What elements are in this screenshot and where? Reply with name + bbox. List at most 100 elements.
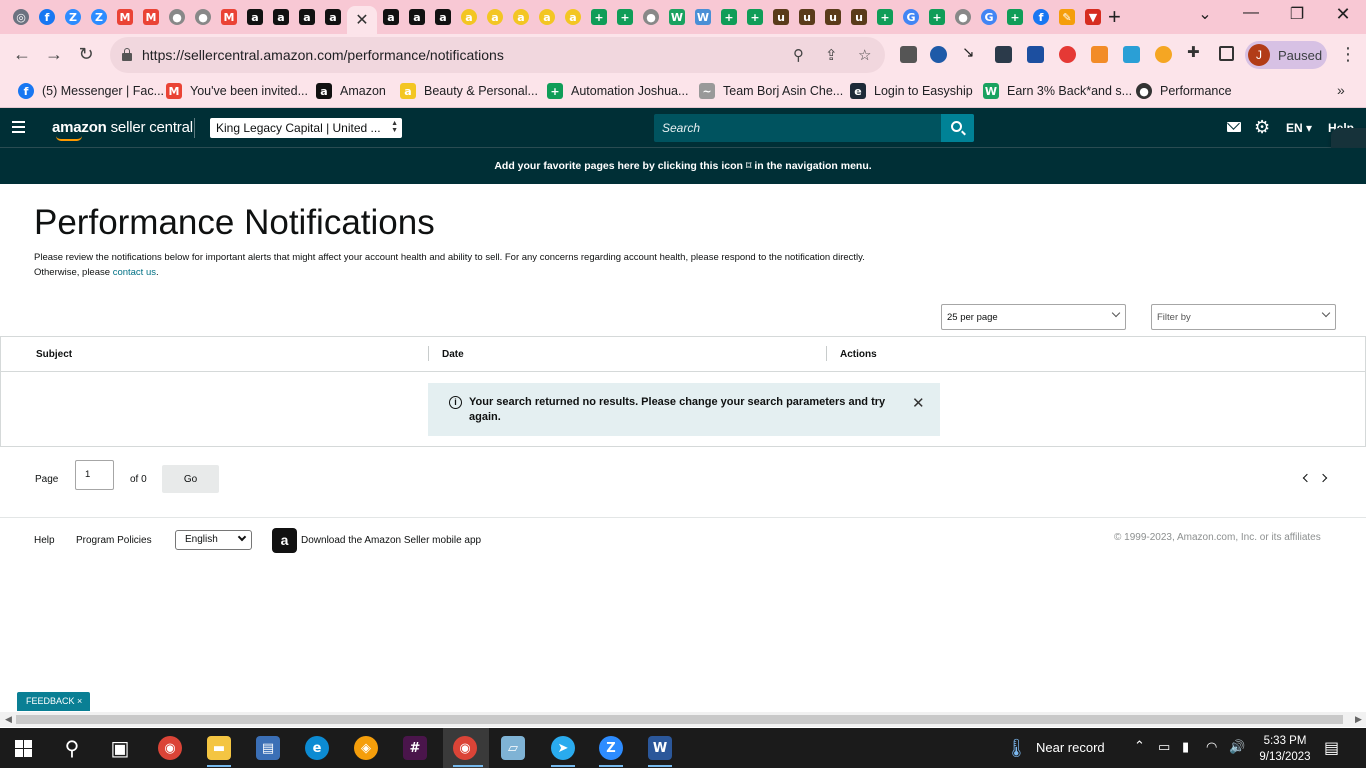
close-tab-icon[interactable]: ✕: [355, 10, 368, 30]
bookmark-item[interactable]: W Earn 3% Back*and s...: [983, 83, 1132, 99]
forward-button[interactable]: →: [42, 44, 66, 65]
wifi-icon[interactable]: ◠: [1206, 739, 1217, 755]
browser-tab[interactable]: W: [664, 5, 690, 29]
pokeball-icon[interactable]: [1059, 46, 1076, 63]
seller-central-logo[interactable]: amazon seller central: [52, 119, 193, 136]
browser-tab[interactable]: a: [456, 5, 482, 29]
reload-button[interactable]: ↻: [74, 44, 98, 65]
zoom-icon[interactable]: Z: [599, 736, 623, 760]
filter-select[interactable]: Filter by: [1151, 304, 1336, 330]
go-button[interactable]: Go: [162, 465, 219, 493]
program-policies-link[interactable]: Program Policies: [76, 535, 152, 546]
browser-tab[interactable]: Z: [86, 5, 112, 29]
browser-tab[interactable]: +: [612, 5, 638, 29]
scroll-left-icon[interactable]: ◀: [5, 714, 12, 725]
browser-tab[interactable]: +: [586, 5, 612, 29]
browser-tab[interactable]: a: [378, 5, 404, 29]
browser-menu-icon[interactable]: ⋮: [1339, 44, 1357, 65]
browser-tab[interactable]: a: [242, 5, 268, 29]
bookmark-star-icon[interactable]: ☆: [858, 46, 871, 64]
extension-orange-icon[interactable]: [1155, 46, 1172, 63]
bookmark-item[interactable]: ● Performance: [1136, 83, 1232, 99]
browser-tab[interactable]: M: [112, 5, 138, 29]
browser-tab[interactable]: a: [404, 5, 430, 29]
file-explorer-icon[interactable]: ▬: [207, 736, 231, 760]
browser-tab[interactable]: ▼: [1080, 5, 1106, 29]
new-tab-button[interactable]: +: [1108, 6, 1121, 28]
notifications-icon[interactable]: ▤: [1324, 738, 1339, 758]
restore-button[interactable]: ❐: [1274, 4, 1320, 24]
minimize-button[interactable]: —: [1228, 4, 1274, 22]
bookmark-item[interactable]: ~ Team Borj Asin Che...: [699, 83, 843, 99]
browser-tab[interactable]: a: [560, 5, 586, 29]
side-panel-icon[interactable]: [1219, 46, 1234, 61]
edge-icon[interactable]: e: [305, 736, 329, 760]
search-icon[interactable]: ⚲: [60, 736, 84, 760]
browser-tab[interactable]: ●: [164, 5, 190, 29]
bookmark-item[interactable]: e Login to Easyship: [850, 83, 973, 99]
url-text[interactable]: https://sellercentral.amazon.com/perform…: [142, 47, 504, 63]
vpn-icon[interactable]: ◈: [354, 736, 378, 760]
column-date[interactable]: Date: [442, 349, 464, 360]
browser-tab[interactable]: ●: [950, 5, 976, 29]
gear-icon[interactable]: ⚙: [1254, 118, 1270, 136]
page-number-input[interactable]: 1: [75, 460, 114, 490]
weather-text[interactable]: Near record: [1036, 740, 1105, 755]
back-button[interactable]: ←: [10, 44, 34, 65]
extension-ok-icon[interactable]: [995, 46, 1012, 63]
bookmark-item[interactable]: f (5) Messenger | Fac...: [18, 83, 164, 99]
taskbar-clock[interactable]: 5:33 PM 9/13/2023: [1256, 733, 1314, 765]
browser-tab[interactable]: ✎: [1054, 5, 1080, 29]
browser-tab[interactable]: a: [320, 5, 346, 29]
tray-chevron-icon[interactable]: ⌃: [1134, 738, 1145, 754]
task-view-icon[interactable]: ▣: [108, 736, 132, 760]
browser-tab[interactable]: ◎: [8, 5, 34, 29]
menu-icon[interactable]: [12, 121, 25, 136]
bookmark-item[interactable]: + Automation Joshua...: [547, 83, 688, 99]
volume-icon[interactable]: 🔊: [1229, 739, 1245, 755]
address-bar[interactable]: https://sellercentral.amazon.com/perform…: [110, 37, 885, 73]
thermometer-icon[interactable]: 🌡: [1005, 738, 1028, 759]
amazon-app-icon[interactable]: a: [272, 528, 297, 553]
browser-tab[interactable]: u: [820, 5, 846, 29]
js-icon[interactable]: [1091, 46, 1108, 63]
per-page-select[interactable]: 25 per page: [941, 304, 1126, 330]
telegram-icon[interactable]: ➤: [551, 736, 575, 760]
browser-tab[interactable]: +: [716, 5, 742, 29]
browser-tab[interactable]: +: [742, 5, 768, 29]
prev-page-icon[interactable]: [1302, 473, 1312, 483]
share-icon[interactable]: ⇪: [825, 46, 838, 64]
chrome-profile-icon[interactable]: ◉: [453, 736, 477, 760]
battery-icon[interactable]: ▮: [1182, 739, 1189, 755]
browser-tab[interactable]: a: [534, 5, 560, 29]
browser-tab[interactable]: ●: [190, 5, 216, 29]
browser-tab[interactable]: a: [430, 5, 456, 29]
zoom-lens-icon[interactable]: ⚲: [793, 46, 804, 64]
more-bookmarks-icon[interactable]: »: [1337, 82, 1345, 98]
browser-tab[interactable]: +: [924, 5, 950, 29]
browser-tab[interactable]: a: [482, 5, 508, 29]
browser-tab[interactable]: +: [1002, 5, 1028, 29]
horizontal-scrollbar[interactable]: ◀ ▶: [0, 712, 1366, 727]
bookmark-item[interactable]: a Beauty & Personal...: [400, 83, 538, 99]
search-button[interactable]: [941, 114, 974, 142]
word-icon[interactable]: W: [648, 736, 672, 760]
browser-tab[interactable]: u: [768, 5, 794, 29]
close-window-button[interactable]: ✕: [1320, 4, 1366, 25]
account-switcher[interactable]: King Legacy Capital | United ... ▲ ▼: [210, 118, 402, 138]
browser-tab[interactable]: f: [34, 5, 60, 29]
contact-us-link[interactable]: contact us: [113, 267, 156, 278]
browser-tab[interactable]: G: [976, 5, 1002, 29]
footer-language-select[interactable]: English: [175, 530, 252, 550]
bookmark-item[interactable]: M You've been invited...: [166, 83, 308, 99]
notepad-icon[interactable]: ▱: [501, 736, 525, 760]
browser-tab[interactable]: W: [690, 5, 716, 29]
download-app-link[interactable]: Download the Amazon Seller mobile app: [301, 535, 481, 546]
language-menu[interactable]: EN ▾: [1286, 121, 1312, 135]
active-tab[interactable]: ✕: [347, 6, 377, 34]
tab-search-icon[interactable]: ⌄: [1182, 4, 1228, 24]
footer-help-link[interactable]: Help: [34, 535, 55, 546]
browser-tab[interactable]: ●: [638, 5, 664, 29]
control-panel-icon[interactable]: ▤: [256, 736, 280, 760]
browser-tab[interactable]: M: [138, 5, 164, 29]
